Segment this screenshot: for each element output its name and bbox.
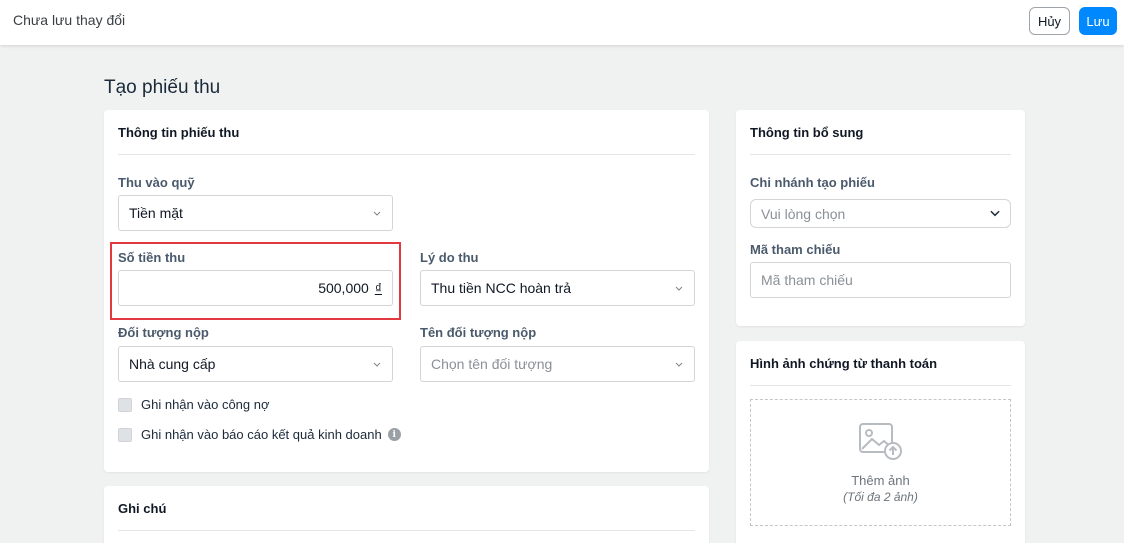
divider [118,530,695,531]
branch-label: Chi nhánh tạo phiếu [750,175,875,190]
debt-checkbox[interactable] [118,397,132,412]
add-image-label: Thêm ảnh [851,472,910,488]
chevron-down-icon [674,359,684,369]
image-upload-icon [858,422,904,467]
fund-select[interactable]: Tiền mặt [118,195,393,231]
chevron-down-icon [674,283,684,293]
report-checkbox-row[interactable]: Ghi nhận vào báo cáo kết quả kinh doanh … [118,427,401,442]
chevron-down-icon [990,209,1000,219]
payer-type-label: Đối tượng nộp [118,325,209,340]
divider [118,154,695,155]
chevron-down-icon [372,359,382,369]
image-limit-label: (Tối đa 2 ảnh) [843,489,918,504]
image-upload-dropzone[interactable]: Thêm ảnh (Tối đa 2 ảnh) [750,399,1011,526]
additional-info-title: Thông tin bổ sung [750,125,864,140]
payer-name-label: Tên đối tượng nộp [420,325,537,340]
chevron-down-icon [372,208,382,218]
branch-select[interactable]: Vui lòng chọn [750,199,1011,228]
payer-name-placeholder: Chọn tên đối tượng [431,356,553,372]
top-bar: Chưa lưu thay đổi Hủy Lưu [0,0,1124,45]
info-icon[interactable]: i [387,428,401,441]
fund-value: Tiền mặt [129,205,183,221]
notes-title: Ghi chú [118,501,167,516]
payer-type-select[interactable]: Nhà cung cấp [118,346,393,382]
fund-label: Thu vào quỹ [118,175,195,190]
divider [750,154,1011,155]
report-checkbox[interactable] [118,427,132,442]
branch-placeholder: Vui lòng chọn [761,205,846,222]
additional-info-card: Thông tin bổ sung Chi nhánh tạo phiếu Vu… [736,110,1025,326]
reason-value: Thu tiền NCC hoàn trả [431,280,572,296]
payer-type-value: Nhà cung cấp [129,356,216,372]
amount-highlight-box [110,242,401,320]
report-checkbox-label: Ghi nhận vào báo cáo kết quả kinh doanh [141,427,382,442]
debt-checkbox-row[interactable]: Ghi nhận vào công nợ [118,397,270,412]
receipt-info-title: Thông tin phiếu thu [118,125,240,140]
proof-images-card: Hình ảnh chứng từ thanh toán Thêm ảnh (T… [736,341,1025,543]
reason-select[interactable]: Thu tiền NCC hoàn trả [420,270,695,306]
debt-checkbox-label: Ghi nhận vào công nợ [141,397,270,412]
cancel-button[interactable]: Hủy [1029,7,1070,35]
reference-label: Mã tham chiếu [750,242,841,257]
save-button[interactable]: Lưu [1079,7,1117,35]
reason-label: Lý do thu [420,250,479,265]
reference-input[interactable]: Mã tham chiếu [750,262,1011,298]
reference-placeholder: Mã tham chiếu [761,272,853,288]
proof-images-title: Hình ảnh chứng từ thanh toán [750,356,938,371]
payer-name-select[interactable]: Chọn tên đối tượng [420,346,695,382]
notes-card: Ghi chú [104,486,709,543]
divider [750,385,1011,386]
unsaved-changes-title: Chưa lưu thay đổi [13,12,126,28]
page-title: Tạo phiếu thu [104,77,221,98]
